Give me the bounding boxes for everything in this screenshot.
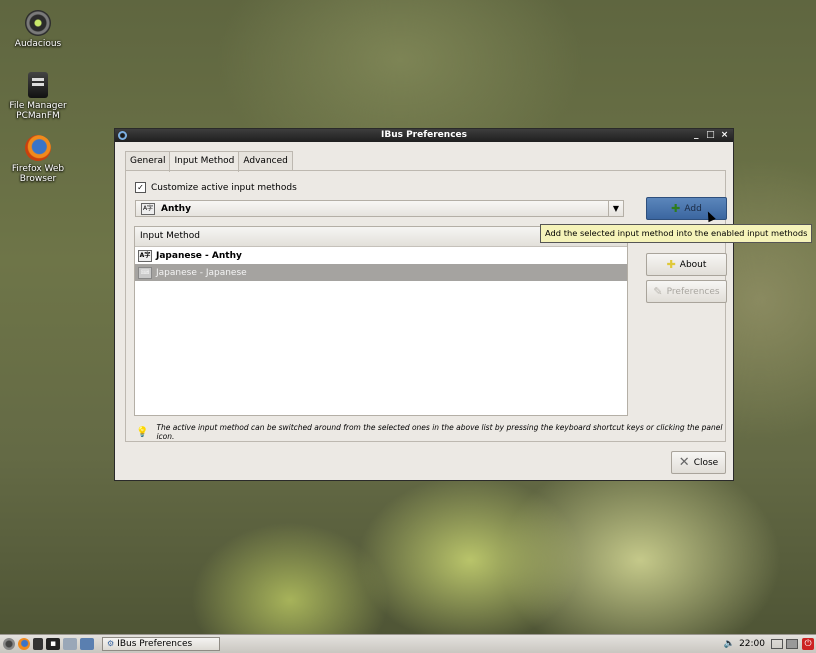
preferences-icon: ✎ [653, 285, 663, 298]
task-label: IBus Preferences [117, 639, 193, 649]
close-button-label: Close [693, 457, 719, 468]
keyboard-icon: ⌨ [138, 266, 152, 279]
desktop-icon-label: Firefox Web Browser [11, 164, 65, 184]
list-item[interactable]: ⌨ Japanese - Japanese [135, 264, 627, 281]
terminal-icon[interactable]: ▪ [46, 638, 60, 650]
taskbar: ▪ ⚙ IBus Preferences 🔈 22:00 ⏻ [0, 634, 816, 653]
tab-advanced[interactable]: Advanced [238, 151, 293, 171]
firefox-icon[interactable] [18, 638, 30, 650]
monitor-icon[interactable] [771, 639, 783, 649]
list-item-label: Japanese - Anthy [156, 250, 242, 261]
input-method-panel: ✓ Customize active input methods A字 Anth… [125, 170, 727, 442]
tab-general[interactable]: General [125, 151, 171, 171]
tab-bar: General Input Method Advanced [125, 151, 293, 172]
customize-checkbox-row[interactable]: ✓ Customize active input methods [135, 182, 297, 193]
ibus-preferences-window: IBus Preferences _ □ × General Input Met… [114, 128, 734, 481]
taskbar-item-ibus-preferences[interactable]: ⚙ IBus Preferences [102, 637, 220, 651]
tab-input-method[interactable]: Input Method [169, 151, 240, 172]
close-button[interactable]: ✕ Close [671, 451, 726, 474]
ibus-app-icon: ⚙ [107, 639, 115, 648]
keyboard-icon[interactable] [786, 639, 798, 649]
about-button-label: About [679, 259, 707, 270]
ibus-app-icon [118, 131, 127, 140]
menu-icon[interactable] [3, 638, 15, 650]
firefox-icon [25, 135, 51, 161]
lightbulb-icon: 💡 [136, 426, 149, 438]
system-tray: 🔈 22:00 ⏻ [724, 635, 816, 653]
list-item-label: Japanese - Japanese [156, 267, 247, 278]
preferences-button[interactable]: ✎ Preferences [646, 280, 727, 303]
language-icon: A字 [141, 202, 155, 215]
hint-row: 💡 The active input method can be switche… [136, 423, 726, 441]
desktop-icon-firefox[interactable]: Firefox Web Browser [0, 135, 76, 184]
close-icon: ✕ [678, 455, 690, 470]
minimize-button[interactable]: _ [691, 129, 702, 142]
desktop-icon-label: File Manager PCManFM [9, 101, 67, 121]
about-button[interactable]: ✚ About [646, 253, 727, 276]
add-button-label: Add [684, 203, 702, 214]
language-icon: A字 [138, 249, 152, 262]
desktop-icon-audacious[interactable]: Audacious [0, 10, 76, 49]
volume-icon[interactable]: 🔈 [724, 639, 735, 649]
audacious-icon [25, 10, 51, 36]
file-manager-icon [28, 72, 48, 98]
about-icon: ✚ [666, 258, 676, 271]
input-method-combo[interactable]: A字 Anthy ▼ [135, 200, 624, 217]
add-button-tooltip: Add the selected input method into the e… [540, 224, 813, 243]
list-item[interactable]: A字 Japanese - Anthy [135, 247, 627, 264]
window-titlebar[interactable]: IBus Preferences _ □ × [115, 129, 733, 142]
input-method-list: Input Method A字 Japanese - Anthy ⌨ Japan… [134, 226, 628, 416]
hint-text: The active input method can be switched … [156, 423, 723, 441]
clock[interactable]: 22:00 [739, 639, 765, 649]
customize-label: Customize active input methods [151, 182, 297, 193]
maximize-button[interactable]: □ [705, 129, 716, 142]
desktop-icon-file-manager[interactable]: File Manager PCManFM [0, 72, 76, 121]
close-window-button[interactable]: × [719, 129, 730, 142]
combo-value: Anthy [161, 203, 191, 214]
desktop-icon-label: Audacious [14, 39, 62, 49]
file-manager-icon[interactable] [33, 638, 43, 650]
preferences-button-label: Preferences [666, 286, 720, 297]
windows-icon[interactable] [63, 638, 77, 650]
power-icon[interactable]: ⏻ [802, 638, 814, 650]
desktop-icon[interactable] [80, 638, 94, 650]
chevron-down-icon[interactable]: ▼ [608, 201, 623, 216]
window-title: IBus Preferences [380, 130, 467, 140]
customize-checkbox[interactable]: ✓ [135, 182, 146, 193]
add-icon: ✚ [671, 202, 681, 215]
